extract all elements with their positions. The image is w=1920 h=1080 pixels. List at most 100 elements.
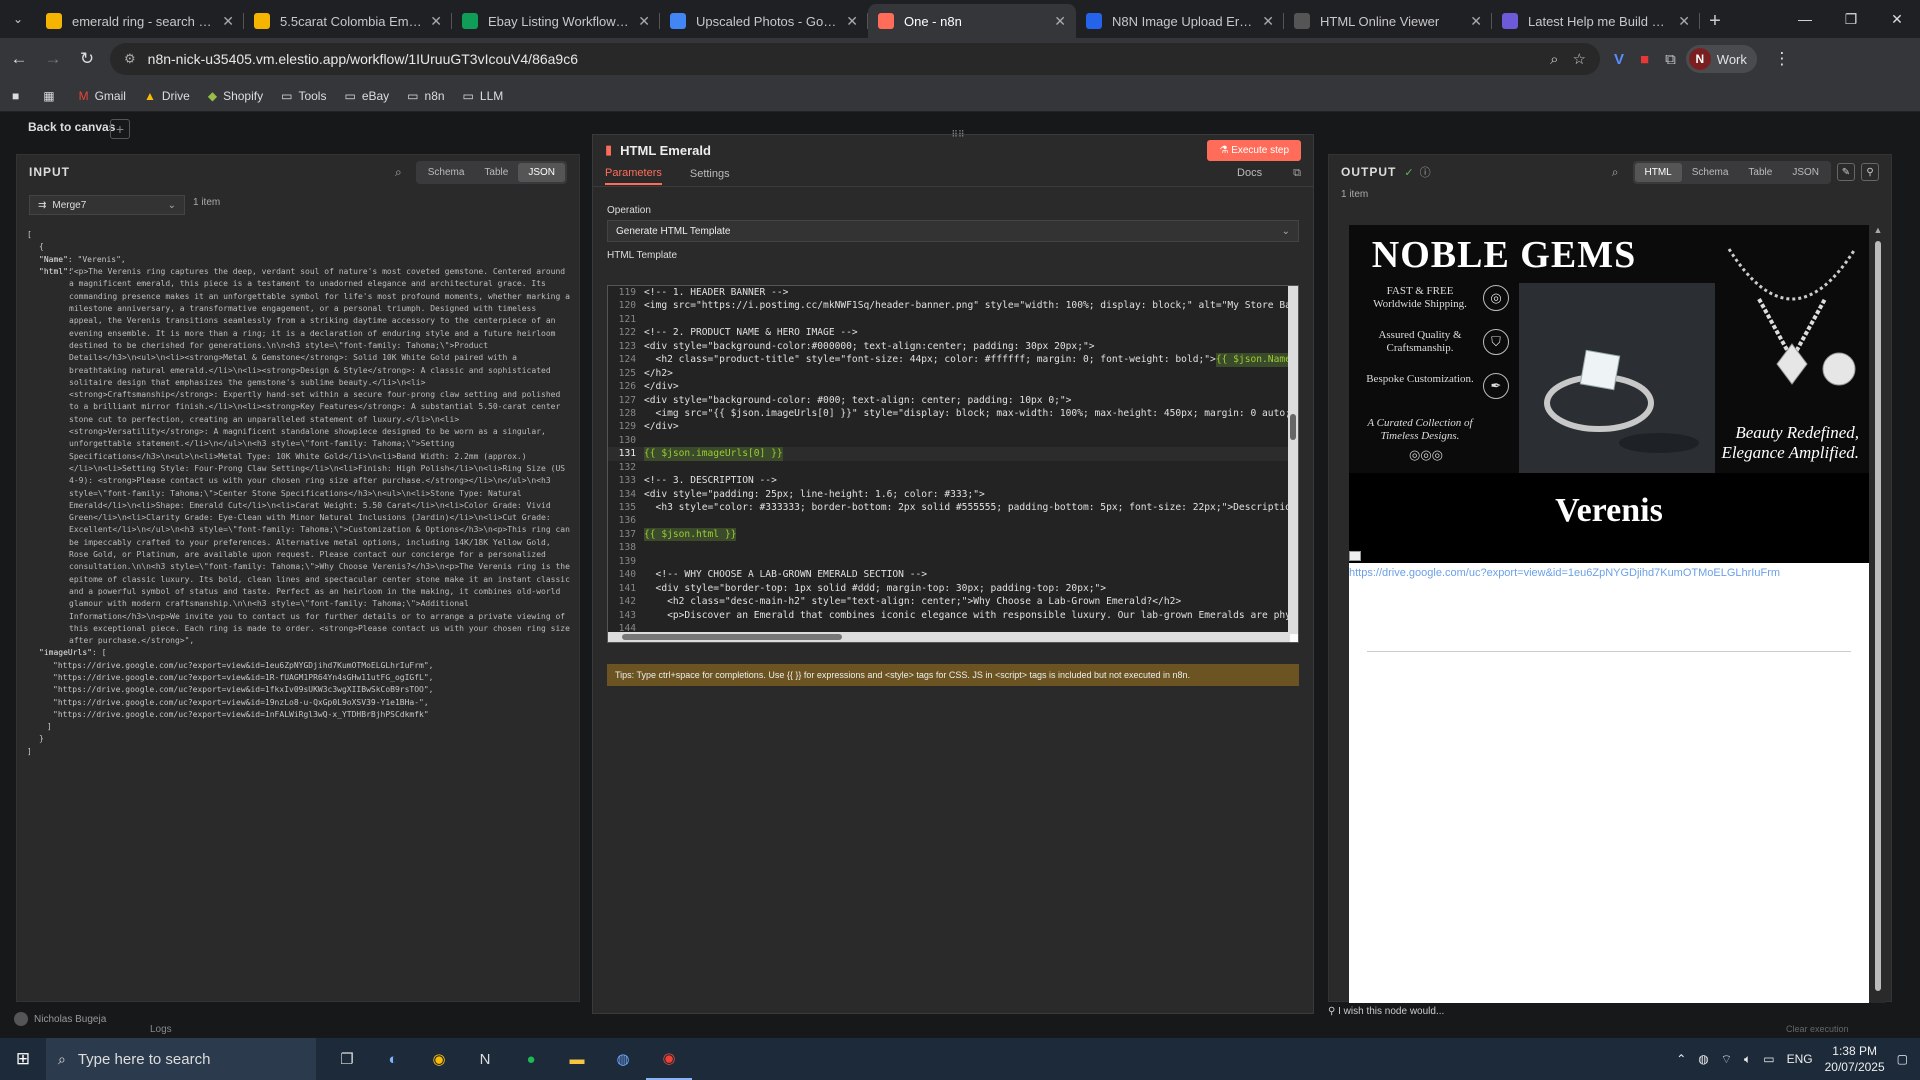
user-menu[interactable]: Nicholas Bugeja	[14, 1012, 106, 1026]
code-line[interactable]: 142 <h2 class="desc-main-h2" style="text…	[608, 595, 1290, 608]
reload-icon[interactable]: ↻	[72, 44, 102, 74]
code-line[interactable]: 140 <!-- WHY CHOOSE A LAB-GROWN EMERALD …	[608, 568, 1290, 581]
close-tab-icon[interactable]: ✕	[1262, 13, 1274, 30]
code-line[interactable]: 139	[608, 555, 1290, 568]
code-line[interactable]: 131 {{ $json.imageUrls[0] }}	[608, 447, 1290, 461]
expression-token[interactable]: {{ $json.Name }}	[1215, 353, 1290, 367]
network-globe-icon[interactable]: ◍	[1698, 1052, 1708, 1066]
extension-red-icon[interactable]: ■	[1640, 51, 1649, 68]
code-line[interactable]: 127 <div style="background-color: #000; t…	[608, 394, 1290, 407]
docs-link[interactable]: Docs ⧉	[1237, 167, 1301, 184]
code-line[interactable]: 125 </h2>	[608, 367, 1290, 380]
chevron-up-icon[interactable]: ⌃	[1676, 1052, 1686, 1066]
code-line[interactable]: 133 <!-- 3. DESCRIPTION -->	[608, 474, 1290, 487]
browser-tab[interactable]: Ebay Listing Workflows - Goo ✕	[452, 4, 660, 38]
bookmark-gmail[interactable]: M Gmail	[79, 89, 126, 103]
code-line[interactable]: 124 <h2 class="product-title" style="fon…	[608, 353, 1290, 367]
feedback-link[interactable]: ⚲ I wish this node would...	[1328, 1006, 1444, 1017]
browser-tab[interactable]: Latest Help me Build my Wo ✕	[1492, 4, 1700, 38]
code-horizontal-scrollbar[interactable]	[608, 632, 1290, 642]
bookmark-drive[interactable]: ▲ Drive	[144, 89, 190, 103]
code-line[interactable]: 130	[608, 434, 1290, 447]
code-line[interactable]: 132	[608, 461, 1290, 474]
site-info-icon[interactable]: ⚙	[124, 51, 136, 67]
code-line[interactable]: 129 </div>	[608, 420, 1290, 433]
input-node-select[interactable]: ⇉ Merge7 ⌄	[29, 195, 185, 215]
html-template-editor[interactable]: 119 <!-- 1. HEADER BANNER --> 120 <img src=…	[607, 285, 1299, 643]
close-tab-icon[interactable]: ✕	[846, 13, 858, 30]
clear-execution-button[interactable]: Clear execution	[1786, 1024, 1849, 1034]
scroll-thumb[interactable]	[1875, 241, 1881, 991]
code-line[interactable]: 128 <img src="{{ $json.imageUrls[0] }}" …	[608, 407, 1290, 420]
forward-icon[interactable]: →	[38, 44, 68, 74]
browser-menu-icon[interactable]: ⋮	[1767, 44, 1797, 74]
tab-search-button[interactable]: ⌄	[0, 0, 36, 38]
code-line[interactable]: 138	[608, 541, 1290, 554]
browser-tab[interactable]: One - n8n ✕	[868, 4, 1076, 38]
edit-pencil-icon[interactable]: ✎	[1837, 163, 1855, 181]
logs-toggle[interactable]: Logs	[150, 1024, 172, 1035]
new-tab-button[interactable]: +	[1700, 4, 1730, 38]
code-line[interactable]: 119 <!-- 1. HEADER BANNER -->	[608, 286, 1290, 299]
browser-tab[interactable]: N8N Image Upload Error Fix ✕	[1076, 4, 1284, 38]
tab-settings[interactable]: Settings	[690, 168, 730, 184]
browser-tab[interactable]: HTML Online Viewer ✕	[1284, 4, 1492, 38]
browser-tab[interactable]: 5.5carat Colombia Emerald G ✕	[244, 4, 452, 38]
close-tab-icon[interactable]: ✕	[1054, 13, 1066, 30]
code-line[interactable]: 121	[608, 313, 1290, 326]
expression-token[interactable]: {{ $json.html }}	[644, 527, 737, 542]
minimize-button[interactable]: —	[1782, 0, 1828, 38]
pin-icon[interactable]: ⚲	[1861, 163, 1879, 181]
bookmark-star-icon[interactable]: ☆	[1573, 50, 1586, 68]
browser-tab[interactable]: emerald ring - search results ✕	[36, 4, 244, 38]
expression-token[interactable]: {{ $json.imageUrls[0] }}	[644, 447, 783, 461]
task-view-icon[interactable]: ❐	[324, 1038, 370, 1080]
file-explorer-icon[interactable]: ▬	[554, 1038, 600, 1080]
taskbar-search[interactable]: ⌕ Type here to search	[46, 1038, 316, 1080]
chrome-icon[interactable]: ◉	[416, 1038, 462, 1080]
windows-start-icon[interactable]: ⊞	[0, 1038, 46, 1080]
bookmark-ebay[interactable]: ▭ eBay	[344, 89, 389, 103]
wifi-icon[interactable]: ⌔	[1721, 1052, 1732, 1067]
close-tab-icon[interactable]: ✕	[222, 13, 234, 30]
preview-scrollbar[interactable]: ▲	[1871, 225, 1885, 1003]
extensions-puzzle-icon[interactable]: ⧉	[1665, 51, 1676, 68]
code-line[interactable]: 122 <!-- 2. PRODUCT NAME & HERO IMAGE -->	[608, 326, 1290, 339]
view-table[interactable]: Table	[474, 163, 518, 182]
copilot-icon[interactable]: ◐	[370, 1038, 416, 1080]
code-line[interactable]: 137 {{ $json.html }}	[608, 527, 1290, 542]
language-indicator[interactable]: ENG	[1787, 1052, 1813, 1066]
bookmark-n8n[interactable]: ▭ n8n	[407, 89, 444, 103]
chrome-active-icon[interactable]: ◉	[646, 1038, 692, 1080]
notifications-icon[interactable]: ▢	[1897, 1052, 1908, 1066]
search-icon[interactable]: ⌕	[1612, 165, 1619, 180]
bookmark-apps[interactable]: ■	[12, 89, 25, 103]
bookmark-llm[interactable]: ▭ LLM	[463, 89, 504, 103]
drag-handle-icon[interactable]: ⠿⠿	[943, 129, 973, 139]
close-tab-icon[interactable]: ✕	[1470, 13, 1482, 30]
back-icon[interactable]: ←	[4, 44, 34, 74]
scroll-thumb[interactable]	[622, 634, 842, 640]
view-schema[interactable]: Schema	[1682, 163, 1739, 182]
browser-tab[interactable]: Upscaled Photos - Google Dr ✕	[660, 4, 868, 38]
operation-select[interactable]: Generate HTML Template ⌄	[607, 220, 1299, 242]
scroll-up-icon[interactable]: ▲	[1871, 225, 1885, 235]
code-line[interactable]: 143 <p>Discover an Emerald that combines…	[608, 609, 1290, 622]
code-area[interactable]: 119 <!-- 1. HEADER BANNER --> 120 <img src=…	[608, 286, 1290, 634]
json-viewer[interactable]: [ { "Name": "Verenis", "html": "<p>The V…	[27, 229, 573, 849]
search-icon[interactable]: ⌕	[395, 165, 402, 180]
view-json[interactable]: JSON	[518, 162, 565, 182]
back-to-canvas-link[interactable]: Back to canvas	[28, 120, 115, 134]
bookmark-grid[interactable]: ▦	[43, 89, 60, 103]
tab-parameters[interactable]: Parameters	[605, 167, 662, 185]
clock[interactable]: 1:38 PM 20/07/2025	[1825, 1043, 1885, 1075]
code-line[interactable]: 126 </div>	[608, 380, 1290, 393]
close-tab-icon[interactable]: ✕	[638, 13, 650, 30]
image-url-text[interactable]: https://drive.google.com/uc?export=view&…	[1349, 567, 1780, 579]
battery-icon[interactable]: ▭	[1763, 1052, 1774, 1066]
view-schema[interactable]: Schema	[418, 163, 475, 182]
add-node-icon[interactable]: +	[110, 119, 130, 139]
info-icon[interactable]: ⓘ	[1420, 164, 1612, 180]
spotify-icon[interactable]: ●	[508, 1038, 554, 1080]
volume-icon[interactable]: 🔈︎	[1744, 1052, 1751, 1067]
